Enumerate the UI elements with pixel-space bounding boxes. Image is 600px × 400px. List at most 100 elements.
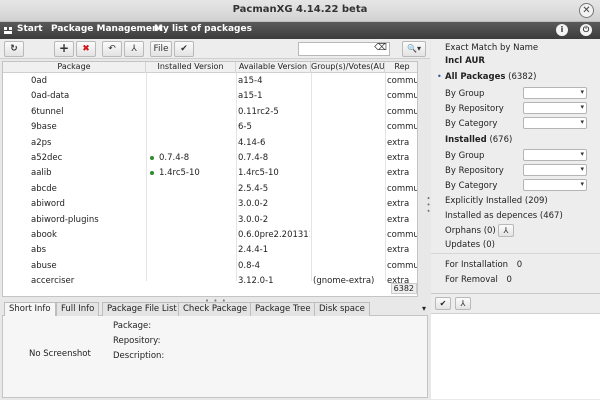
- filter-for-removal[interactable]: For Removal 0: [445, 275, 512, 285]
- apply-button[interactable]: ✔: [174, 41, 194, 57]
- filter-updates[interactable]: Updates (0): [445, 240, 495, 250]
- tab-check-package[interactable]: Check Package: [178, 302, 253, 316]
- cell-package-text: abcde: [31, 183, 57, 194]
- tab-package-file-list[interactable]: Package File List: [102, 302, 182, 316]
- col-package[interactable]: Package: [3, 62, 146, 73]
- table-row[interactable]: accerciser 3.12.0-1 (gnome-extra) extra: [3, 273, 417, 289]
- cell-repo: commur: [387, 122, 417, 133]
- table-row[interactable]: abiword-plugins 3.0.0-2 extra: [3, 212, 417, 228]
- menu-package-management[interactable]: Package Management: [51, 24, 163, 34]
- clean-orphans-button[interactable]: ⅄: [498, 224, 514, 237]
- installed-dot-icon: [150, 170, 154, 175]
- table-row[interactable]: a52dec 0.7.4-8 0.7.4-8 extra: [3, 150, 417, 166]
- filter-all-packages[interactable]: All Packages (6382): [445, 72, 536, 82]
- install-button[interactable]: +: [54, 41, 74, 57]
- installed-by-group-label: By Group: [445, 151, 485, 161]
- table-row[interactable]: abiword 3.0.0-2 extra: [3, 196, 417, 212]
- incl-aur-option[interactable]: Incl AUR: [445, 56, 485, 66]
- cell-available-version: 3.0.0-2: [238, 199, 310, 209]
- installed-by-category-select[interactable]: ▾: [523, 179, 587, 191]
- table-row[interactable]: 9base 6-5 commur: [3, 119, 417, 135]
- installed-by-repository-select[interactable]: ▾: [523, 164, 587, 176]
- tab-package-tree[interactable]: Package Tree: [250, 302, 316, 316]
- cell-available-version-text: 6-5: [238, 122, 252, 133]
- table-row[interactable]: abook 0.6.0pre2.2013111 commur: [3, 227, 417, 243]
- cell-repo-text: extra: [387, 137, 410, 148]
- exact-match-option[interactable]: Exact Match by Name: [445, 43, 538, 53]
- cell-available-version-text: a15-1: [238, 91, 263, 102]
- tab-disk-space[interactable]: Disk space: [314, 302, 370, 316]
- info-icon[interactable]: i: [556, 24, 568, 36]
- table-row[interactable]: abcde 2.5.4-5 commur: [3, 181, 417, 197]
- power-icon[interactable]: ⏻: [580, 24, 592, 36]
- cell-available-version: a15-1: [238, 91, 310, 101]
- cell-repo: extra: [387, 214, 417, 225]
- filter-explicitly-installed[interactable]: Explicitly Installed (209): [445, 196, 548, 206]
- tab-full-info[interactable]: Full Info: [56, 302, 100, 316]
- all-by-category-label: By Category: [445, 119, 498, 129]
- col-installed-version[interactable]: Installed Version: [146, 62, 236, 73]
- cell-groups-text: (gnome-extra): [313, 276, 375, 287]
- cell-repo: extra: [387, 153, 417, 163]
- installed-by-group-select[interactable]: ▾: [523, 149, 587, 161]
- menu-start[interactable]: Start: [17, 24, 43, 34]
- cell-available-version-text: 0.8-4: [238, 260, 260, 271]
- chevron-down-icon: ▾: [580, 88, 584, 96]
- cell-package-text: abook: [31, 230, 57, 240]
- cell-repo-text: commur: [387, 260, 417, 271]
- col-available-version[interactable]: Available Version: [236, 62, 311, 73]
- refresh-button[interactable]: ↻: [4, 41, 24, 57]
- cell-repo-text: extra: [387, 199, 410, 210]
- cell-available-version-text: 0.6.0pre2.2013111: [238, 230, 310, 240]
- all-by-group-label: By Group: [445, 89, 485, 99]
- table-row[interactable]: aalib 1.4rc5-10 1.4rc5-10 extra: [3, 165, 417, 181]
- queue-clean-button[interactable]: ⅄: [455, 297, 471, 310]
- all-packages-count: (6382): [508, 72, 537, 82]
- filter-orphans[interactable]: Orphans (0): [445, 226, 496, 236]
- no-screenshot-label: No Screenshot: [29, 349, 91, 359]
- remove-button[interactable]: ✖: [76, 41, 96, 57]
- cell-package: a2ps: [31, 138, 143, 148]
- cell-available-version: 2.4.4-1: [238, 245, 310, 255]
- cell-available-version: 4.14-6: [238, 138, 310, 148]
- col-groups-votes[interactable]: Group(s)/Votes(AUR): [311, 62, 385, 73]
- menu-my-list-of-packages[interactable]: My list of packages: [154, 24, 252, 34]
- queue-apply-button[interactable]: ✔: [435, 297, 451, 310]
- chevron-down-icon: ▾: [580, 165, 584, 173]
- filter-installed[interactable]: Installed (676): [445, 135, 512, 145]
- cell-package: 9base: [31, 122, 143, 132]
- cell-package: abiword-plugins: [31, 215, 143, 225]
- cell-package: a52dec: [31, 153, 143, 163]
- cell-repo-text: extra: [387, 214, 410, 225]
- cell-package-text: 9base: [31, 122, 57, 133]
- table-row[interactable]: abuse 0.8-4 commur: [3, 258, 417, 274]
- all-by-group-select[interactable]: ▾: [523, 87, 587, 99]
- search-input[interactable]: ⌫: [298, 42, 390, 56]
- table-row[interactable]: 0ad a15-4 commur: [3, 73, 417, 89]
- cell-package-text: 0ad-data: [31, 91, 70, 102]
- close-icon[interactable]: ✕: [579, 3, 594, 18]
- for-removal-label: For Removal: [445, 275, 498, 285]
- undo-button[interactable]: ↶: [102, 41, 122, 57]
- filter-installed-as-deps[interactable]: Installed as depences (467): [445, 211, 563, 221]
- cell-repo-text: commur: [387, 122, 417, 133]
- filter-panel: Exact Match by Name Incl AUR • All Packa…: [431, 39, 600, 293]
- table-row[interactable]: abs 2.4.4-1 extra: [3, 242, 417, 258]
- cell-package-text: abuse: [31, 260, 57, 271]
- clean-button[interactable]: ⅄: [124, 41, 144, 57]
- table-row[interactable]: a2ps 4.14-6 extra: [3, 135, 417, 151]
- table-header: Package Installed Version Available Vers…: [3, 62, 417, 73]
- search-options-button[interactable]: 🔍▾: [402, 41, 426, 57]
- tabs-overflow-icon[interactable]: ▾: [422, 304, 426, 313]
- clear-search-icon[interactable]: ⌫: [374, 43, 387, 53]
- tab-short-info[interactable]: Short Info: [4, 302, 56, 317]
- filter-for-installation[interactable]: For Installation 0: [445, 260, 522, 270]
- table-row[interactable]: 6tunnel 0.11rc2-5 commur: [3, 104, 417, 120]
- all-by-repository-select[interactable]: ▾: [523, 102, 587, 114]
- cell-installed-version: 1.4rc5-10: [150, 168, 234, 178]
- all-by-category-select[interactable]: ▾: [523, 117, 587, 129]
- queue-panel: ✔ ⅄: [431, 293, 600, 399]
- col-repo[interactable]: Rep: [385, 62, 417, 73]
- file-button[interactable]: File: [150, 41, 172, 57]
- table-row[interactable]: 0ad-data a15-1 commur: [3, 88, 417, 104]
